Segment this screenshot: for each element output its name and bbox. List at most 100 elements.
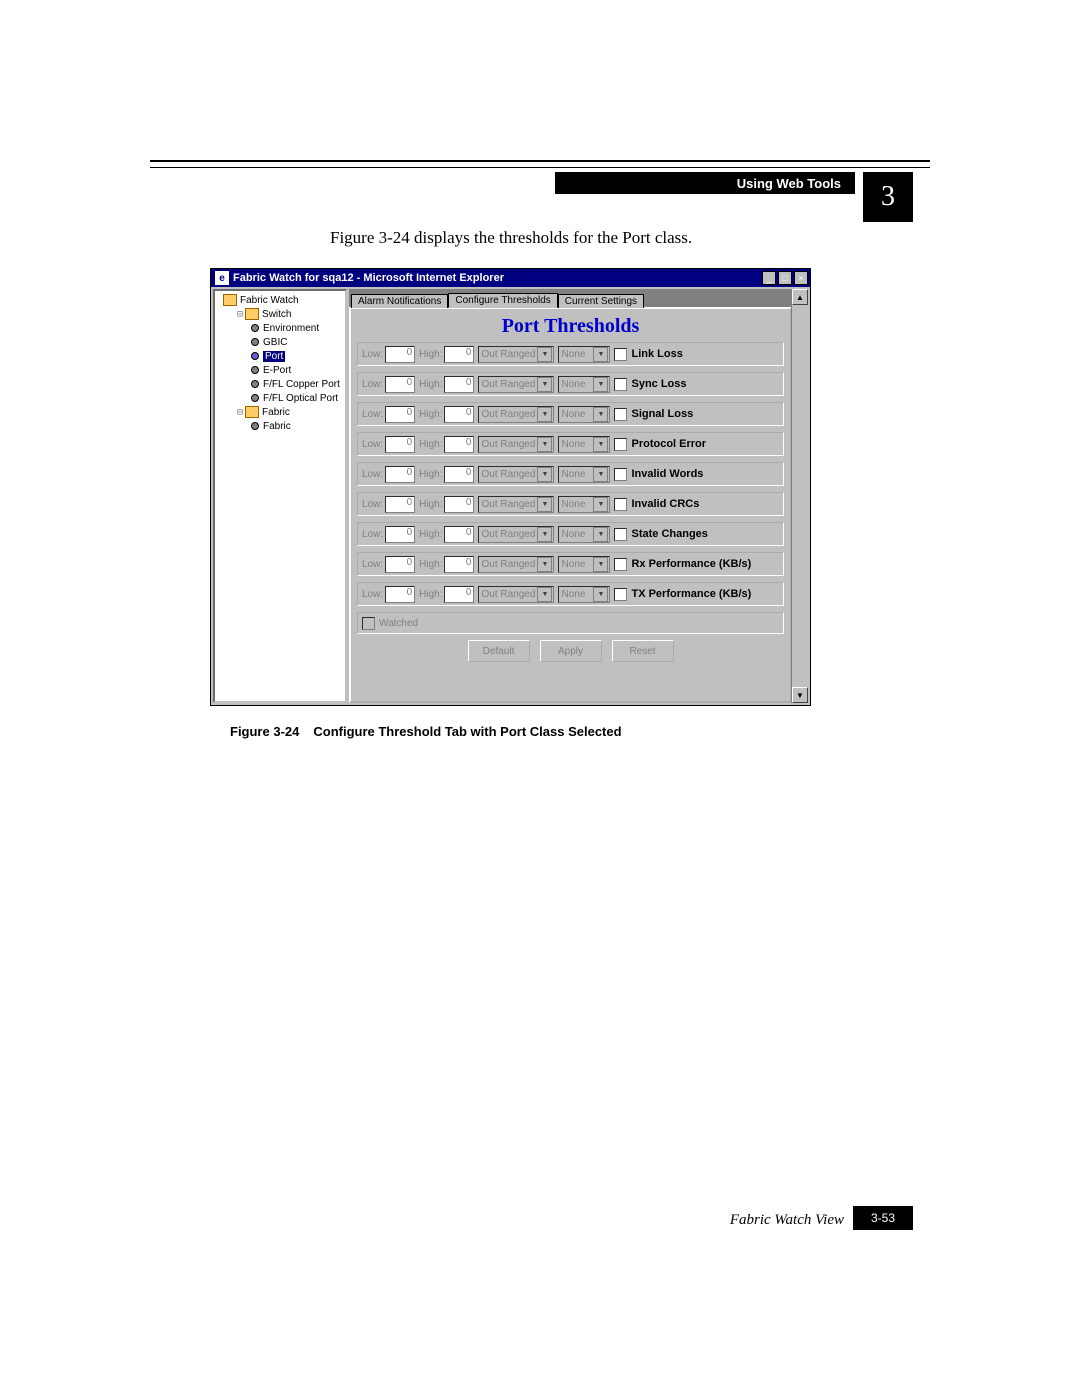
watched-checkbox[interactable]	[362, 617, 375, 630]
nav-tree: Fabric Watch ⊟Switch Environment GBIC Po…	[213, 289, 347, 703]
tree-root-label: Fabric Watch	[240, 295, 299, 306]
apply-button[interactable]: Apply	[540, 640, 602, 662]
low-input[interactable]: 0	[385, 526, 415, 543]
enable-checkbox[interactable]	[614, 528, 627, 541]
tree-fflop-label: F/FL Optical Port	[263, 393, 338, 404]
low-input[interactable]: 0	[385, 406, 415, 423]
low-input[interactable]: 0	[385, 556, 415, 573]
maximize-button[interactable]: □	[778, 271, 792, 285]
range-select[interactable]: Out Ranged	[478, 556, 554, 573]
unit-select[interactable]: None	[558, 496, 610, 513]
enable-checkbox[interactable]	[614, 558, 627, 571]
tree-gbic[interactable]: GBIC	[215, 335, 345, 349]
unit-select[interactable]: None	[558, 466, 610, 483]
tree-fabric-item[interactable]: Fabric	[215, 419, 345, 433]
tree-gbic-label: GBIC	[263, 337, 287, 348]
row-rx-performance: Low:0 High:0 Out Ranged None Rx Performa…	[357, 552, 784, 576]
high-label: High:	[419, 589, 442, 600]
footer-page: 3-53	[853, 1206, 913, 1230]
high-input[interactable]: 0	[444, 526, 474, 543]
enable-checkbox[interactable]	[614, 408, 627, 421]
low-label: Low:	[362, 559, 383, 570]
low-input[interactable]: 0	[385, 586, 415, 603]
tree-fabric-folder[interactable]: ⊟Fabric	[215, 405, 345, 419]
unit-select[interactable]: None	[558, 406, 610, 423]
minimize-button[interactable]: _	[762, 271, 776, 285]
bullet-icon	[251, 352, 259, 360]
enable-checkbox[interactable]	[614, 378, 627, 391]
enable-checkbox[interactable]	[614, 588, 627, 601]
thresholds-panel: Port Thresholds Low:0 High:0 Out Ranged …	[349, 307, 792, 703]
reset-button[interactable]: Reset	[612, 640, 674, 662]
window-title: Fabric Watch for sqa12 - Microsoft Inter…	[233, 272, 504, 284]
footer-section: Fabric Watch View	[730, 1212, 844, 1229]
enable-checkbox[interactable]	[614, 498, 627, 511]
enable-checkbox[interactable]	[614, 468, 627, 481]
low-input[interactable]: 0	[385, 376, 415, 393]
enable-checkbox[interactable]	[614, 348, 627, 361]
range-select[interactable]: Out Ranged	[478, 496, 554, 513]
low-input[interactable]: 0	[385, 496, 415, 513]
high-input[interactable]: 0	[444, 466, 474, 483]
high-label: High:	[419, 379, 442, 390]
close-button[interactable]: ×	[794, 271, 808, 285]
enable-checkbox[interactable]	[614, 438, 627, 451]
tree-root[interactable]: Fabric Watch	[215, 293, 345, 307]
low-label: Low:	[362, 379, 383, 390]
unit-select[interactable]: None	[558, 526, 610, 543]
tree-env-label: Environment	[263, 323, 319, 334]
high-input[interactable]: 0	[444, 556, 474, 573]
high-input[interactable]: 0	[444, 496, 474, 513]
row-label: Rx Performance (KB/s)	[631, 558, 751, 570]
scroll-down-icon[interactable]: ▼	[792, 687, 808, 703]
low-label: Low:	[362, 529, 383, 540]
tab-alarm-notifications[interactable]: Alarm Notifications	[351, 294, 448, 308]
scroll-up-icon[interactable]: ▲	[792, 289, 808, 305]
high-input[interactable]: 0	[444, 346, 474, 363]
row-label: Invalid CRCs	[631, 498, 699, 510]
folder-icon	[245, 406, 259, 418]
high-label: High:	[419, 409, 442, 420]
low-input[interactable]: 0	[385, 466, 415, 483]
unit-select[interactable]: None	[558, 586, 610, 603]
range-select[interactable]: Out Ranged	[478, 586, 554, 603]
default-button[interactable]: Default	[468, 640, 530, 662]
row-label: TX Performance (KB/s)	[631, 588, 751, 600]
tab-current-settings[interactable]: Current Settings	[558, 294, 644, 308]
unit-select[interactable]: None	[558, 346, 610, 363]
low-label: Low:	[362, 409, 383, 420]
range-select[interactable]: Out Ranged	[478, 526, 554, 543]
row-label: Invalid Words	[631, 468, 703, 480]
row-protocol-error: Low:0 High:0 Out Ranged None Protocol Er…	[357, 432, 784, 456]
low-input[interactable]: 0	[385, 346, 415, 363]
bullet-icon	[251, 338, 259, 346]
range-select[interactable]: Out Ranged	[478, 376, 554, 393]
unit-select[interactable]: None	[558, 376, 610, 393]
range-select[interactable]: Out Ranged	[478, 436, 554, 453]
range-select[interactable]: Out Ranged	[478, 346, 554, 363]
high-input[interactable]: 0	[444, 436, 474, 453]
tree-ffl-copper[interactable]: F/FL Copper Port	[215, 377, 345, 391]
unit-select[interactable]: None	[558, 436, 610, 453]
range-select[interactable]: Out Ranged	[478, 406, 554, 423]
high-input[interactable]: 0	[444, 376, 474, 393]
high-label: High:	[419, 529, 442, 540]
tab-configure-thresholds[interactable]: Configure Thresholds	[448, 293, 557, 308]
tree-port[interactable]: Port	[215, 349, 345, 363]
bullet-icon	[251, 324, 259, 332]
unit-select[interactable]: None	[558, 556, 610, 573]
page-rule-top	[150, 160, 930, 162]
tree-eport-label: E-Port	[263, 365, 291, 376]
tree-environment[interactable]: Environment	[215, 321, 345, 335]
high-input[interactable]: 0	[444, 406, 474, 423]
tree-switch[interactable]: ⊟Switch	[215, 307, 345, 321]
low-input[interactable]: 0	[385, 436, 415, 453]
scrollbar[interactable]: ▲ ▼	[791, 289, 808, 703]
high-input[interactable]: 0	[444, 586, 474, 603]
row-watched: Watched	[357, 612, 784, 634]
tree-eport[interactable]: E-Port	[215, 363, 345, 377]
row-label: Link Loss	[631, 348, 682, 360]
tree-ffl-optical[interactable]: F/FL Optical Port	[215, 391, 345, 405]
high-label: High:	[419, 469, 442, 480]
range-select[interactable]: Out Ranged	[478, 466, 554, 483]
